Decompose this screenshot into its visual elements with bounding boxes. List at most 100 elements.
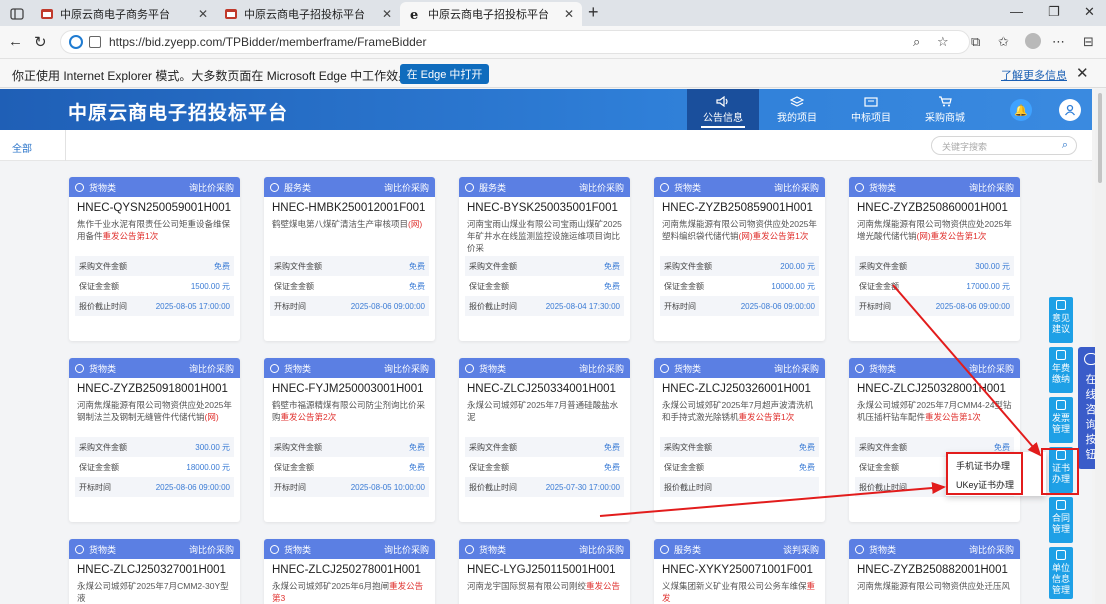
announcement-card[interactable]: 货物类 询比价采购 HNEC-ZYZB250882001H001 河南焦煤能源有限公司… xyxy=(849,539,1020,604)
project-description[interactable]: 鹤壁煤电第八煤矿清洁生产审核项目(网) xyxy=(264,214,435,256)
tool-certificate[interactable]: 证书办理 xyxy=(1049,447,1073,493)
project-description[interactable]: 河南焦煤能源有限公司物资供应处2025年钢制法兰及钢制无缝管件代储代销(网) xyxy=(69,395,240,437)
user-icon[interactable] xyxy=(1059,99,1081,121)
back-icon[interactable]: ← xyxy=(8,33,23,50)
announcement-card[interactable]: 货物类 询比价采购 HNEC-ZYZB250859001H001 河南焦煤能源有限公司… xyxy=(654,177,825,341)
close-icon[interactable]: ✕ xyxy=(382,7,392,21)
announcement-card[interactable]: 货物类 询比价采购 HNEC-FYJM250003001H001 鹤壁市福源精煤有限公… xyxy=(264,358,435,522)
project-description[interactable]: 河南宝雨山煤业有限公司宝雨山煤矿2025年矿井水在线监测监控设施运维项目询比价采 xyxy=(459,214,630,256)
search-icon[interactable]: ⌕ xyxy=(1062,139,1068,152)
detail-value: 免费 xyxy=(799,462,815,472)
scrollbar-thumb[interactable] xyxy=(1098,93,1102,183)
announcement-card[interactable]: 货物类 询比价采购 HNEC-ZLCJ250328001H001 永煤公司城郊矿202… xyxy=(849,358,1020,522)
keyword-search-input[interactable]: 关键字搜索 ⌕ xyxy=(931,136,1077,155)
split-screen-icon[interactable]: ⧉ xyxy=(971,34,980,50)
reload-icon[interactable]: ↻ xyxy=(34,33,47,51)
project-description[interactable]: 焦作千业水泥有限责任公司矩重设备维保用备件重发公告第1次 xyxy=(69,214,240,256)
card-details: 采购文件金额 免费 保证金金额 免费 报价截止时间 2025-08-04 17:30:00 xyxy=(459,256,630,316)
project-code[interactable]: HNEC-ZLCJ250328001H001 xyxy=(849,378,1020,395)
project-description[interactable]: 永煤公司城郊矿2025年7月CMM2-30Y型液 xyxy=(69,576,240,604)
new-tab-button[interactable]: + xyxy=(588,2,599,23)
nav-won-projects[interactable]: 中标项目 xyxy=(835,89,907,130)
announcement-card[interactable]: 货物类 询比价采购 HNEC-ZLCJ250326001H001 永煤公司城郊矿202… xyxy=(654,358,825,522)
project-code[interactable]: HNEC-ZYZB250918001H001 xyxy=(69,378,240,395)
window-close-icon[interactable]: ✕ xyxy=(1084,4,1095,20)
favorite-star-icon[interactable]: ☆ xyxy=(937,34,949,50)
project-code[interactable]: HNEC-QYSN250059001H001 xyxy=(69,197,240,214)
open-in-edge-button[interactable]: 在 Edge 中打开 xyxy=(400,64,489,84)
project-description[interactable]: 河南龙宇国际贸易有限公司刚绞重发公告 xyxy=(459,576,630,604)
project-description[interactable]: 河南焦煤能源有限公司物资供应处2025年塑料编织袋代储代销(网)重发公告第1次 xyxy=(654,214,825,256)
project-code[interactable]: HNEC-HMBK250012001F001 xyxy=(264,197,435,214)
minimize-icon[interactable]: — xyxy=(1010,4,1023,19)
announcement-card[interactable]: 货物类 询比价采购 HNEC-ZLCJ250334001H001 永煤公司城郊矿202… xyxy=(459,358,630,522)
project-description[interactable]: 永煤公司城郊矿2025年7月超声波清洗机和手持式激光除锈机重发公告第1次 xyxy=(654,395,825,437)
project-description[interactable]: 河南焦煤能源有限公司物资供应处2025年增光酸代储代销(网)重发公告第1次 xyxy=(849,214,1020,256)
project-code[interactable]: HNEC-ZYZB250860001H001 xyxy=(849,197,1020,214)
card-details: 采购文件金额免费保证金金额免费报价截止时间 xyxy=(654,437,825,497)
project-code[interactable]: HNEC-LYGJ250115001H001 xyxy=(459,559,630,576)
project-description[interactable]: 河南焦煤能源有限公司物资供应处迁压风 xyxy=(849,576,1020,604)
project-code[interactable]: HNEC-ZLCJ250326001H001 xyxy=(654,378,825,395)
filter-all-tab[interactable]: 全部 xyxy=(0,130,66,161)
browser-tab-3-active[interactable]: e 中原云商电子招投标平台 ✕ xyxy=(400,2,582,26)
close-icon[interactable]: ✕ xyxy=(564,7,574,21)
project-description[interactable]: 永煤公司城郊矿2025年6月抱闸重发公告第3 xyxy=(264,576,435,604)
project-code[interactable]: HNEC-ZLCJ250327001H001 xyxy=(69,559,240,576)
project-code[interactable]: HNEC-XYKY250071001F001 xyxy=(654,559,825,576)
tab-actions[interactable] xyxy=(4,2,32,26)
project-description[interactable]: 鹤壁市福源精煤有限公司防尘剂询比价采购重发公告第2次 xyxy=(264,395,435,437)
project-description[interactable]: 义煤集团新义矿业有限公司公务车维保重发 xyxy=(654,576,825,604)
ukey-cert-option[interactable]: UKey证书办理 xyxy=(956,478,1014,491)
zoom-icon[interactable]: ⌕ xyxy=(913,34,920,50)
announcement-card[interactable]: 服务类 询比价采购 HNEC-HMBK250012001F001 鹤壁煤电第八煤矿清洁… xyxy=(264,177,435,341)
announcement-card[interactable]: 货物类 询比价采购 HNEC-LYGJ250115001H001 河南龙宇国际贸易有限… xyxy=(459,539,630,604)
project-description[interactable]: 永煤公司城郊矿2025年7月CMM4-24型钻机压插杆钻车配件重发公告第1次 xyxy=(849,395,1020,437)
announcement-card[interactable]: 货物类 询比价采购 HNEC-ZYZB250918001H001 河南焦煤能源有限公司… xyxy=(69,358,240,522)
tool-contract[interactable]: 合同管理 xyxy=(1049,497,1073,543)
mobile-cert-option[interactable]: 手机证书办理 xyxy=(956,459,1010,472)
tool-org-info[interactable]: 单位信息管理 xyxy=(1049,547,1073,599)
project-code[interactable]: HNEC-ZLCJ250278001H001 xyxy=(264,559,435,576)
learn-more-link[interactable]: 了解更多信息 xyxy=(1001,67,1067,83)
ie-mode-icon[interactable] xyxy=(69,35,83,49)
more-menu-icon[interactable]: ⋯ xyxy=(1052,34,1065,50)
project-code[interactable]: HNEC-BYSK250035001F001 xyxy=(459,197,630,214)
restore-icon[interactable]: ❐ xyxy=(1048,4,1060,20)
detail-label: 保证金金额 xyxy=(664,462,704,472)
sidebar-toggle-icon[interactable]: ⊟ xyxy=(1083,34,1094,50)
project-description[interactable]: 永煤公司城郊矿2025年7月普通硅酸盐水泥 xyxy=(459,395,630,437)
detail-label: 保证金金额 xyxy=(469,462,509,472)
project-code[interactable]: HNEC-ZYZB250882001H001 xyxy=(849,559,1020,576)
announcement-card[interactable]: 服务类 谈判采购 HNEC-XYKY250071001F001 义煤集团新义矿业有限公… xyxy=(654,539,825,604)
detail-value: 1500.00 元 xyxy=(190,281,230,291)
browser-tab-2[interactable]: 中原云商电子招投标平台 ✕ xyxy=(216,2,400,26)
address-bar[interactable]: https://bid.zyepp.com/TPBidder/memberfra… xyxy=(60,30,970,54)
tool-invoice[interactable]: 发票管理 xyxy=(1049,397,1073,443)
announcement-card[interactable]: 货物类 询比价采购 HNEC-ZLCJ250327001H001 永煤公司城郊矿202… xyxy=(69,539,240,604)
detail-label: 保证金金额 xyxy=(664,281,704,291)
announcement-card[interactable]: 货物类 询比价采购 HNEC-ZLCJ250278001H001 永煤公司城郊矿202… xyxy=(264,539,435,604)
announcement-card[interactable]: 服务类 询比价采购 HNEC-BYSK250035001F001 河南宝雨山煤业有限公… xyxy=(459,177,630,341)
nav-my-projects[interactable]: 我的项目 xyxy=(761,89,833,130)
detail-label: 采购文件金额 xyxy=(469,261,517,271)
project-code[interactable]: HNEC-ZLCJ250334001H001 xyxy=(459,378,630,395)
announcement-card[interactable]: 货物类 询比价采购 HNEC-ZYZB250860001H001 河南焦煤能源有限公司… xyxy=(849,177,1020,341)
tool-feedback[interactable]: 意见建议 xyxy=(1049,297,1073,343)
profile-avatar[interactable] xyxy=(1025,33,1041,49)
close-icon[interactable]: ✕ xyxy=(198,7,208,21)
browser-tab-1[interactable]: 中原云商电子商务平台 ✕ xyxy=(32,2,216,26)
tool-annual-fee[interactable]: 年费缴纳 xyxy=(1049,347,1073,393)
card-header: 货物类 询比价采购 xyxy=(264,358,435,378)
announcement-card[interactable]: 货物类 询比价采购 HNEC-QYSN250059001H001 焦作千业水泥有限责任… xyxy=(69,177,240,341)
project-code[interactable]: HNEC-FYJM250003001H001 xyxy=(264,378,435,395)
page-scrollbar[interactable] xyxy=(1095,89,1106,604)
project-code[interactable]: HNEC-ZYZB250859001H001 xyxy=(654,197,825,214)
nav-announcements[interactable]: 公告信息 xyxy=(687,89,759,130)
detail-value: 2025-07-30 17:00:00 xyxy=(545,482,620,492)
bell-icon[interactable]: 🔔 xyxy=(1010,99,1032,121)
close-infobar-icon[interactable]: ✕ xyxy=(1076,64,1089,82)
favorites-icon[interactable]: ✩ xyxy=(998,34,1009,50)
nav-mall[interactable]: 采购商城 xyxy=(909,89,981,130)
browser-tabbar: 中原云商电子商务平台 ✕ 中原云商电子招投标平台 ✕ e 中原云商电子招投标平台… xyxy=(0,0,1106,26)
